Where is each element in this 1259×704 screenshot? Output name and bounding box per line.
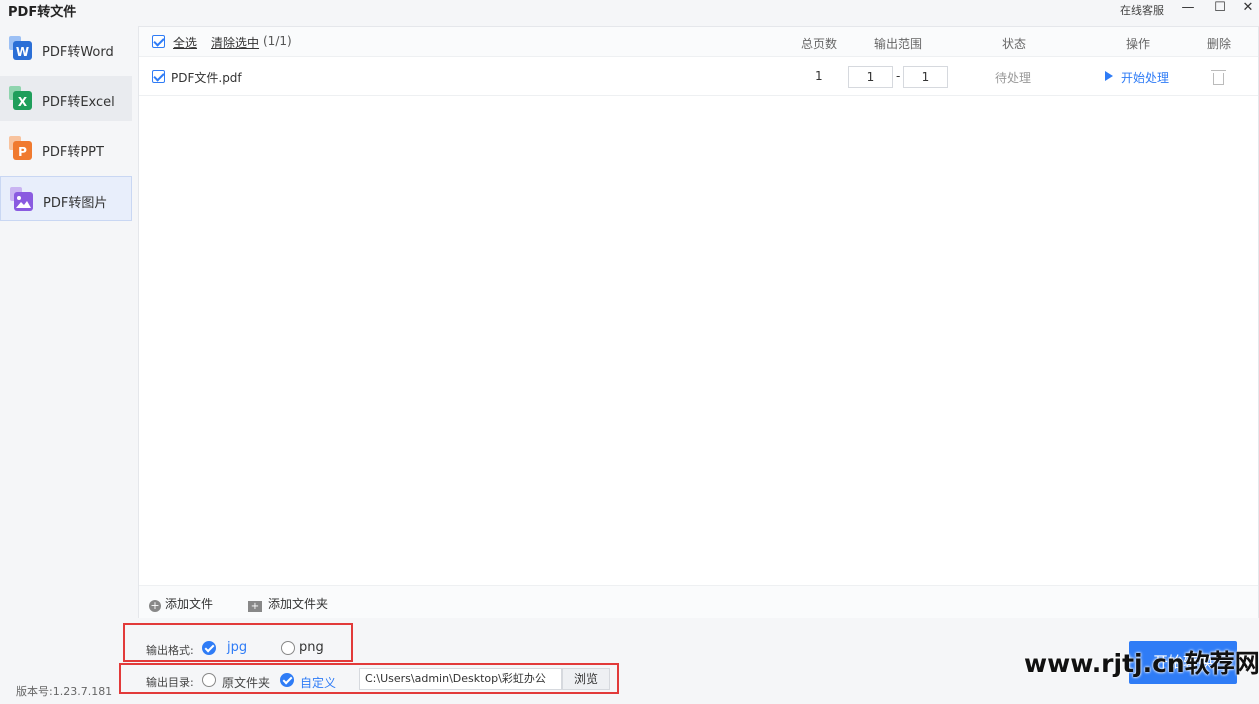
output-dir-label: 输出目录: (146, 676, 194, 689)
close-button[interactable]: ✕ (1238, 0, 1258, 18)
column-header-delete: 删除 (1207, 37, 1232, 51)
version-label: 版本号:1.23.7.181 (16, 685, 113, 698)
status-text: 待处理 (995, 71, 1032, 85)
play-icon[interactable] (1105, 71, 1113, 81)
sidebar-item-label: PDF转PPT (42, 145, 104, 160)
sidebar-item-pdf-to-ppt[interactable]: P PDF转PPT (0, 126, 132, 171)
custom-folder-radio[interactable] (280, 673, 294, 687)
output-format-label: 输出格式: (146, 644, 194, 657)
custom-folder-label[interactable]: 自定义 (300, 674, 336, 691)
svg-text:P: P (18, 145, 27, 159)
format-jpg-radio[interactable] (202, 641, 216, 655)
selection-count: (1/1) (263, 34, 292, 48)
start-process-link[interactable]: 开始处理 (1121, 69, 1169, 86)
output-path-input[interactable]: C:\Users\admin\Desktop\彩虹办公 (359, 668, 562, 690)
folder-plus-icon: + (248, 601, 262, 612)
sidebar-item-label: PDF转Excel (42, 95, 115, 110)
excel-icon: X (9, 86, 32, 110)
svg-text:W: W (16, 45, 29, 59)
title-bar: PDF转文件 在线客服 — ☐ ✕ (0, 0, 1259, 20)
format-jpg-label[interactable]: jpg (227, 640, 247, 655)
sidebar-item-pdf-to-excel[interactable]: X PDF转Excel (0, 76, 132, 121)
online-service-link[interactable]: 在线客服 (1120, 2, 1164, 18)
sidebar-item-label: PDF转Word (42, 45, 114, 60)
file-row-checkbox[interactable] (152, 70, 165, 83)
app-title: PDF转文件 (8, 5, 77, 20)
table-row: PDF文件.pdf 1 1 - 1 待处理 开始处理 (139, 58, 1258, 96)
word-icon: W (9, 36, 32, 60)
select-all-checkbox[interactable] (152, 35, 165, 48)
select-all-link[interactable]: 全选 (173, 34, 197, 51)
browse-button[interactable]: 浏览 (562, 668, 610, 690)
column-header-action: 操作 (1126, 37, 1151, 51)
file-list-header: 全选 清除选中 (1/1) 总页数 输出范围 状态 操作 删除 (139, 27, 1258, 57)
format-png-label[interactable]: png (299, 640, 324, 655)
range-to-input[interactable]: 1 (903, 66, 948, 88)
range-from-input[interactable]: 1 (848, 66, 893, 88)
sidebar-item-pdf-to-word[interactable]: W PDF转Word (0, 26, 132, 71)
original-folder-radio[interactable] (202, 673, 216, 687)
add-circle-icon: + (149, 599, 161, 612)
trash-icon[interactable] (1211, 70, 1226, 85)
original-folder-label[interactable]: 原文件夹 (222, 674, 270, 691)
sidebar-item-label: PDF转图片 (43, 196, 108, 211)
format-png-radio[interactable] (281, 641, 295, 655)
add-folder-label: 添加文件夹 (268, 597, 329, 611)
sidebar-item-pdf-to-image[interactable]: PDF转图片 (0, 176, 132, 221)
file-name: PDF文件.pdf (171, 71, 242, 85)
minimize-button[interactable]: — (1178, 0, 1198, 18)
watermark-text: www.rjtj.cn软荐网 (1024, 649, 1259, 678)
file-list-panel: 全选 清除选中 (1/1) 总页数 输出范围 状态 操作 删除 PDF文件.pd… (138, 26, 1259, 618)
column-header-pages: 总页数 (801, 37, 838, 51)
svg-text:X: X (18, 95, 28, 109)
add-folder-button[interactable]: + 添加文件夹 (248, 595, 328, 612)
column-header-range: 输出范围 (874, 37, 923, 51)
add-file-label: 添加文件 (165, 597, 214, 611)
ppt-icon: P (9, 136, 32, 160)
add-file-button[interactable]: + 添加文件 (149, 595, 213, 612)
maximize-button[interactable]: ☐ (1210, 0, 1230, 18)
column-header-status: 状态 (1002, 37, 1027, 51)
range-separator: - (896, 69, 901, 83)
file-list-footer: + 添加文件 + 添加文件夹 (139, 585, 1258, 618)
clear-selection-link[interactable]: 清除选中 (211, 34, 259, 51)
image-icon (10, 187, 33, 211)
page-count: 1 (815, 69, 823, 83)
